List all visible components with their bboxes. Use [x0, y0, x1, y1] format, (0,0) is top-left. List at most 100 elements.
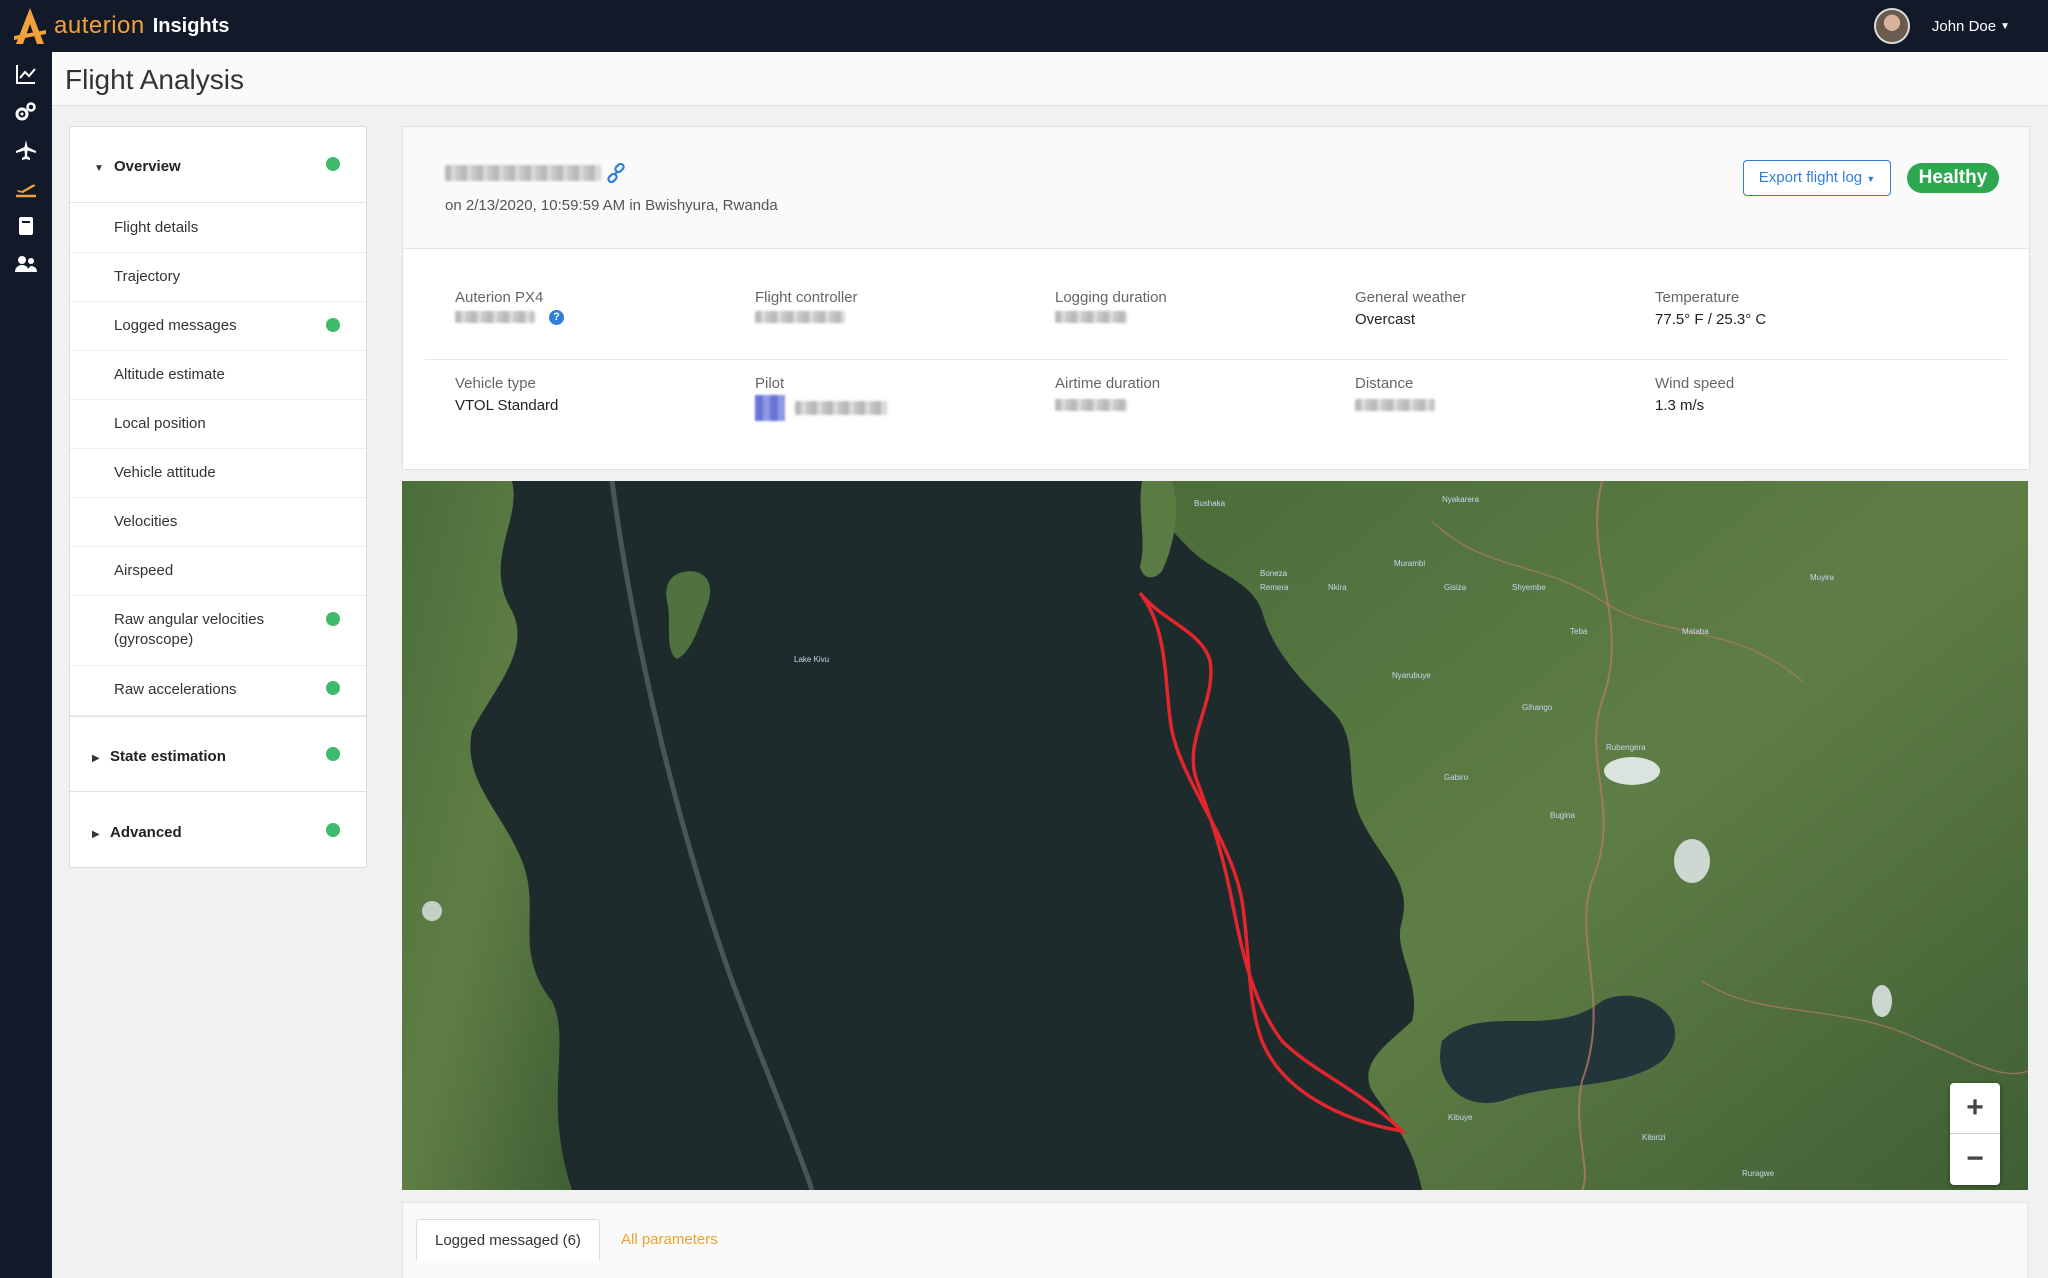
- airplane-icon[interactable]: [14, 138, 38, 162]
- field-label: Temperature: [1655, 289, 1740, 306]
- caret-right-icon: ▶: [92, 829, 100, 840]
- flight-controller-redacted: [755, 311, 845, 323]
- product-name: Insights: [152, 14, 230, 37]
- map-label-lake: Lake Kivu: [794, 655, 830, 664]
- field-temperature: Temperature 77.5° F / 25.3° C: [1655, 289, 1766, 328]
- nav-item-raw-accelerations[interactable]: Raw accelerations: [70, 666, 366, 716]
- nav-item-raw-angular-velocities[interactable]: Raw angular velocities (gyroscope): [70, 596, 366, 666]
- nav-item-label: Trajectory: [114, 268, 181, 285]
- nav-item-local-position[interactable]: Local position: [70, 400, 366, 449]
- map-label-gabiro: Gabiro: [1444, 773, 1469, 782]
- link-icon[interactable]: [606, 162, 626, 184]
- app-logo[interactable]: auterion Insights: [12, 6, 229, 46]
- flight-takeoff-icon[interactable]: [14, 176, 38, 200]
- map-label-nkira: Nkira: [1328, 583, 1347, 592]
- map-label-bushaka: Bushaka: [1194, 499, 1226, 508]
- tab-all-parameters[interactable]: All parameters: [603, 1219, 736, 1261]
- map-label-rubengera: Rubengera: [1606, 743, 1646, 752]
- field-divider: [425, 359, 2007, 360]
- health-status-badge: Healthy: [1907, 163, 1999, 193]
- caret-down-icon: ▼: [94, 163, 104, 174]
- map-label-murambi: Murambi: [1394, 559, 1426, 568]
- page-header: Flight Analysis: [52, 52, 2048, 106]
- nav-item-label: Local position: [114, 415, 206, 432]
- chart-line-icon[interactable]: [14, 62, 38, 86]
- user-name: John Doe: [1931, 17, 1997, 35]
- map-label-mataba: Mataba: [1682, 627, 1709, 636]
- help-icon[interactable]: ?: [549, 310, 564, 325]
- nav-section-overview[interactable]: ▼ Overview: [70, 127, 366, 203]
- status-dot: [326, 612, 340, 626]
- field-label: General weather: [1355, 289, 1466, 306]
- satellite-map: [402, 481, 2028, 1190]
- field-airtime-duration: Airtime duration: [1055, 375, 1160, 392]
- map-label-shyembe: Shyembe: [1512, 583, 1546, 592]
- caret-right-icon: ▶: [92, 753, 100, 764]
- field-autopilot: Auterion PX4: [455, 289, 543, 306]
- trajectory-map[interactable]: Lake Kivu Bushaka Nyakarera Murambi Bone…: [402, 481, 2028, 1190]
- nav-item-flight-details[interactable]: Flight details: [70, 204, 366, 253]
- nav-item-label: Flight details: [114, 219, 199, 236]
- gears-icon[interactable]: [14, 100, 38, 124]
- export-label: Export flight log: [1758, 169, 1863, 186]
- map-label-boneza: Boneza: [1260, 569, 1288, 578]
- nav-section-state-estimation[interactable]: ▶ State estimation: [70, 716, 366, 792]
- nav-item-trajectory[interactable]: Trajectory: [70, 253, 366, 302]
- nav-section-label: Overview: [114, 158, 181, 175]
- status-dot: [326, 318, 340, 332]
- field-value: VTOL Standard: [455, 397, 559, 414]
- field-label: Flight controller: [755, 289, 858, 306]
- analysis-nav: ▼ Overview Flight details Trajectory Log…: [69, 126, 367, 868]
- field-label: Wind speed: [1655, 375, 1735, 392]
- book-icon[interactable]: [14, 214, 38, 238]
- zoom-control: + −: [1950, 1083, 2000, 1185]
- field-value: 77.5° F / 25.3° C: [1655, 311, 1767, 328]
- map-label-bugina: Bugina: [1550, 811, 1575, 820]
- bottom-tabs: Logged messaged (6) All parameters: [402, 1202, 2028, 1278]
- distance-redacted: [1355, 399, 1435, 411]
- user-menu[interactable]: John Doe ▼: [1873, 8, 2010, 44]
- field-label: Logging duration: [1055, 289, 1167, 306]
- chevron-down-icon: ▼: [1866, 174, 1876, 184]
- zoom-in-button[interactable]: +: [1950, 1083, 2000, 1133]
- map-label-kibirizi: Kibirizi: [1642, 1133, 1666, 1142]
- top-bar: auterion Insights John Doe ▼: [0, 0, 2048, 52]
- airtime-duration-redacted: [1055, 399, 1127, 411]
- brand-name: auterion: [54, 12, 145, 39]
- nav-item-label: Vehicle attitude: [114, 464, 216, 481]
- zoom-out-button[interactable]: −: [1950, 1134, 2000, 1184]
- nav-item-label: Altitude estimate: [114, 366, 225, 383]
- nav-item-vehicle-attitude[interactable]: Vehicle attitude: [70, 449, 366, 498]
- field-distance: Distance: [1355, 375, 1413, 392]
- map-label-muyira: Muyira: [1810, 573, 1835, 582]
- nav-item-velocities[interactable]: Velocities: [70, 498, 366, 547]
- field-wind-speed: Wind speed 1.3 m/s: [1655, 375, 1734, 414]
- tab-logged-messages[interactable]: Logged messaged (6): [416, 1219, 600, 1261]
- nav-section-advanced[interactable]: ▶ Advanced: [70, 793, 366, 869]
- nav-item-airspeed[interactable]: Airspeed: [70, 547, 366, 596]
- map-label-gisiza: Gisiza: [1444, 583, 1467, 592]
- nav-item-label: Airspeed: [114, 562, 174, 579]
- users-icon[interactable]: [14, 252, 38, 276]
- nav-section-label: State estimation: [110, 748, 226, 765]
- nav-item-altitude-estimate[interactable]: Altitude estimate: [70, 351, 366, 400]
- map-label-remera: Remera: [1260, 583, 1289, 592]
- left-rail: [0, 52, 52, 1278]
- page-title: Flight Analysis: [65, 64, 244, 95]
- chevron-down-icon: ▼: [2000, 20, 2010, 32]
- export-flight-log-button[interactable]: Export flight log ▼: [1743, 160, 1891, 196]
- map-label-gihango: Gihango: [1522, 703, 1553, 712]
- nav-item-label: Logged messages: [114, 317, 237, 334]
- avatar: [1873, 8, 1910, 44]
- field-value: 1.3 m/s: [1655, 397, 1705, 414]
- status-dot: [326, 157, 340, 171]
- nav-section-label: Advanced: [110, 824, 182, 841]
- nav-item-label: Raw accelerations: [114, 681, 237, 698]
- map-label-teba: Teba: [1570, 627, 1588, 636]
- status-dot: [326, 823, 340, 837]
- field-label: Vehicle type: [455, 375, 536, 392]
- field-vehicle-type: Vehicle type VTOL Standard: [455, 375, 558, 414]
- autopilot-version-redacted: [455, 311, 535, 323]
- nav-item-logged-messages[interactable]: Logged messages: [70, 302, 366, 351]
- map-label-ruragwe: Ruragwe: [1742, 1169, 1775, 1178]
